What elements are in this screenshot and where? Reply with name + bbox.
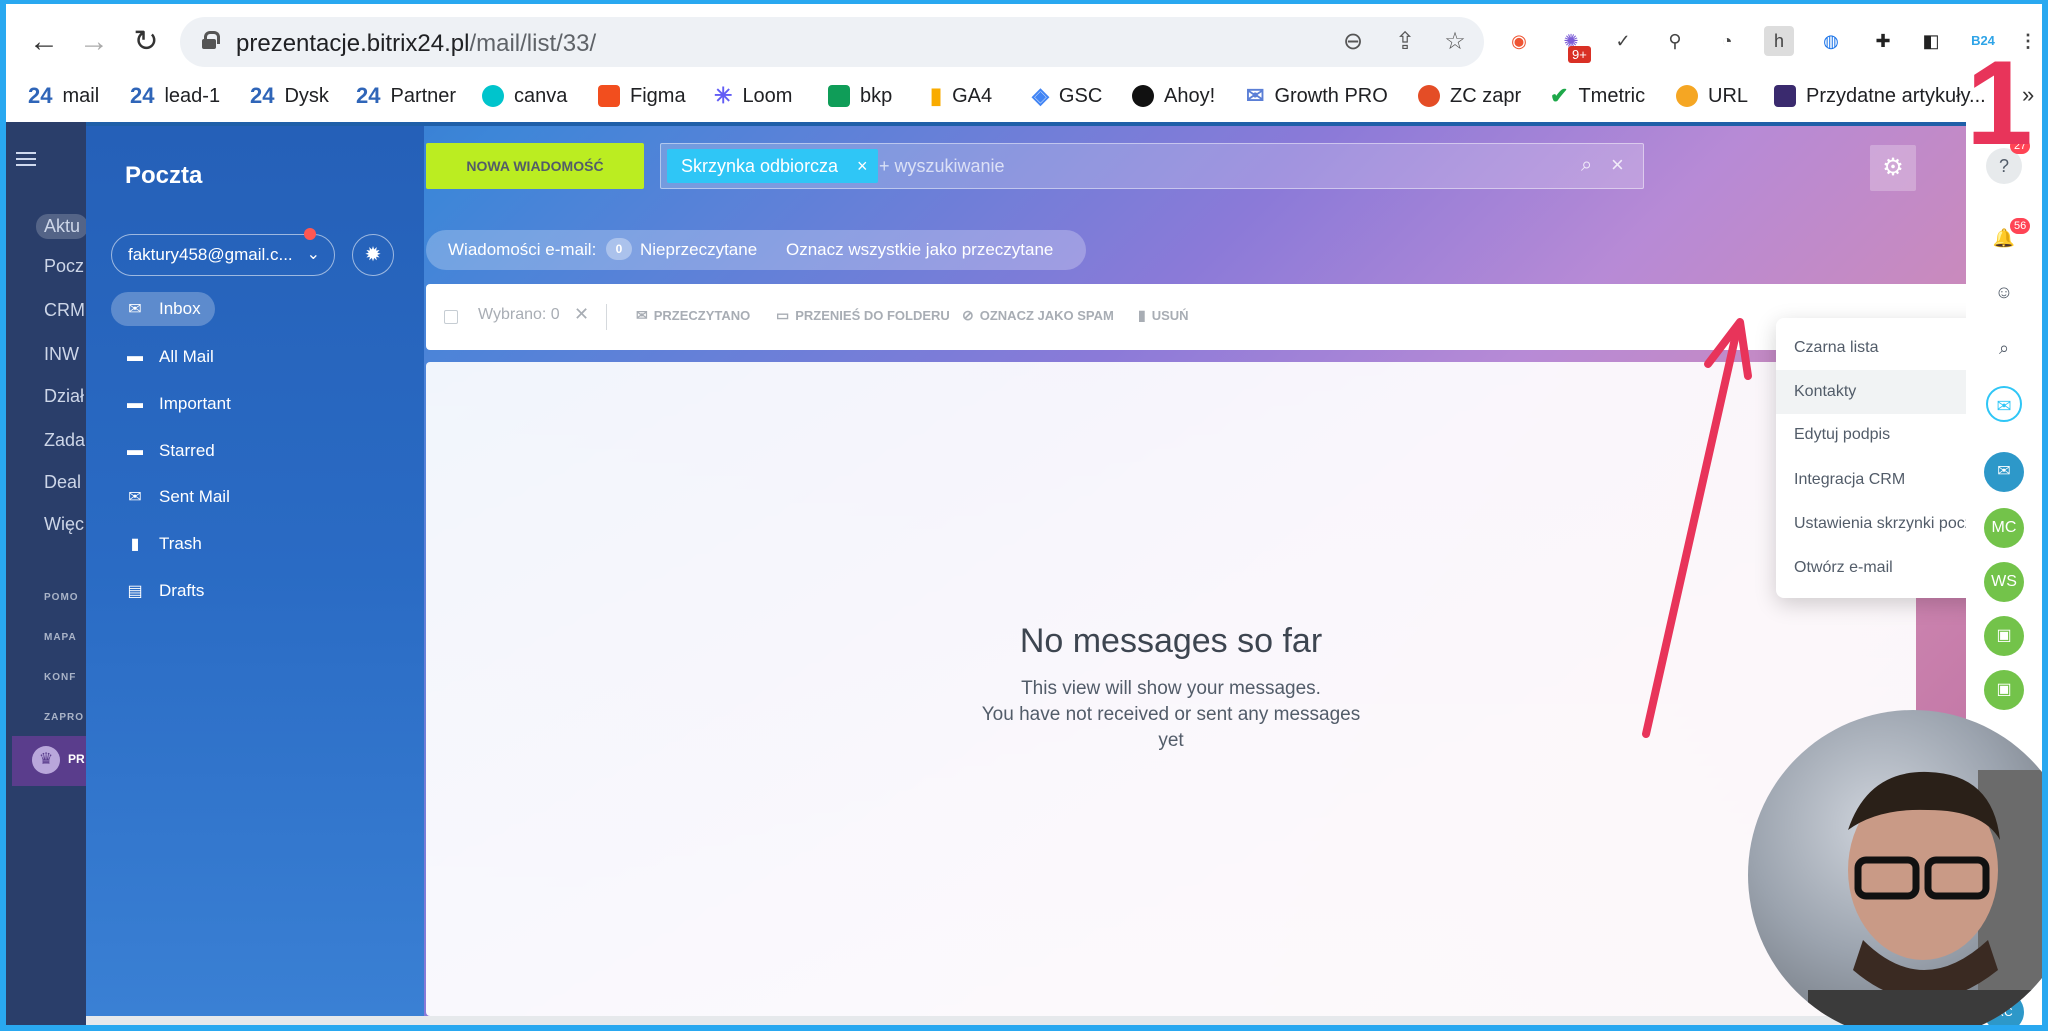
annotation-arrow [1642, 330, 1740, 738]
screen-frame: ← → ↻ prezentacje.bitrix24.pl/mail/list/… [0, 0, 2048, 1031]
annotation-overlay: 1 [1642, 36, 2033, 738]
annotation-number: 1 [1966, 36, 2033, 170]
